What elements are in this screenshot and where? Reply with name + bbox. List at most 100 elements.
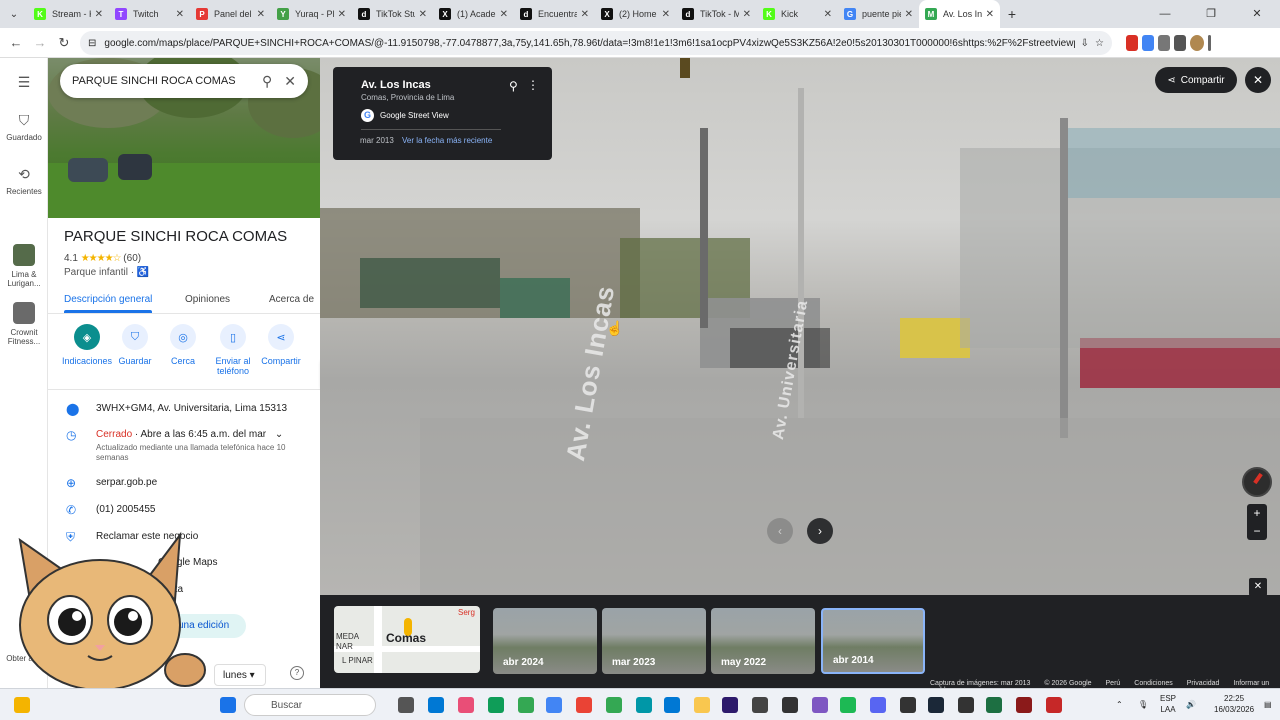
app-icon[interactable] — [782, 697, 798, 713]
app-icon[interactable] — [1046, 697, 1062, 713]
app-icon[interactable] — [488, 697, 504, 713]
forward-button[interactable]: → — [28, 35, 52, 50]
rail-recent-place-2[interactable]: Crownit Fitness... — [0, 302, 48, 346]
close-icon[interactable]: ✕ — [284, 73, 296, 90]
rail-recent-place-1[interactable]: Lima & Lurigan... — [0, 244, 48, 288]
avatar[interactable] — [1190, 35, 1204, 51]
next-button[interactable]: › — [807, 518, 833, 544]
reload-button[interactable]: ↻ — [52, 35, 76, 51]
tab-reviews[interactable]: Opiniones — [185, 294, 230, 305]
nearby-button[interactable]: ◎ Cerca — [158, 324, 208, 366]
menu-icon[interactable]: ☰ — [0, 74, 48, 95]
tab-close-icon[interactable]: ✕ — [905, 9, 913, 20]
browser-tab[interactable]: Y Yuraq - Plan ✕ — [271, 0, 352, 28]
folder-icon[interactable] — [694, 697, 710, 713]
excel-icon[interactable] — [986, 697, 1002, 713]
notification-icon[interactable]: ▤ — [1264, 699, 1272, 710]
search-icon[interactable]: ⚲ — [262, 73, 272, 90]
language-indicator[interactable]: ESP LAA — [1160, 693, 1176, 715]
country-link[interactable]: Perú — [1106, 680, 1121, 687]
extension-icon[interactable] — [1126, 35, 1138, 51]
browser-tab[interactable]: X (2) Home / X ✕ — [595, 0, 676, 28]
timeline-thumbnail[interactable]: mar 2023 — [602, 608, 706, 674]
hours-row[interactable]: ◷ Cerrado · Abre a las 6:45 a.m. del mar… — [48, 428, 320, 468]
taskbar-search[interactable]: Buscar — [244, 694, 376, 716]
url-field[interactable]: ⊟ google.com/maps/place/PARQUE+SINCHI+RO… — [80, 31, 1112, 55]
tab-close-icon[interactable]: ✕ — [824, 9, 832, 20]
browser-tab[interactable]: K Kick ✕ — [757, 0, 838, 28]
latest-date-link[interactable]: Ver la fecha más reciente — [402, 136, 492, 145]
volume-icon[interactable]: 🔊 — [1186, 699, 1196, 710]
app-icon[interactable] — [1016, 697, 1032, 713]
day-select[interactable]: lunes ▾ — [214, 664, 266, 686]
close-street-view-button[interactable]: ✕ — [1245, 67, 1271, 93]
install-icon[interactable]: ⇩ — [1081, 38, 1089, 49]
tab-close-icon[interactable]: ✕ — [500, 9, 508, 20]
tab-close-icon[interactable]: ✕ — [986, 9, 994, 20]
maximize-button[interactable]: ❐ — [1188, 0, 1234, 28]
windows-start-icon[interactable] — [220, 697, 236, 713]
tab-close-icon[interactable]: ✕ — [176, 9, 184, 20]
browser-tab[interactable]: M Av. Los Incas ✕ — [919, 0, 1000, 28]
timeline-thumbnail[interactable]: may 2022 — [711, 608, 815, 674]
timeline-thumbnail-selected[interactable]: abr 2014 — [821, 608, 925, 674]
task-view-icon[interactable] — [398, 697, 414, 713]
rail-saved[interactable]: ⛉ Guardado — [0, 112, 48, 142]
tab-close-icon[interactable]: ✕ — [581, 9, 589, 20]
send-to-phone-button[interactable]: ▯ Enviar al teléfono — [208, 324, 258, 376]
site-info-icon[interactable]: ⊟ — [88, 38, 96, 49]
tab-close-icon[interactable]: ✕ — [338, 9, 346, 20]
location-pin-icon[interactable]: ⚲ — [509, 79, 518, 93]
terms-link[interactable]: Condiciones — [1134, 680, 1173, 687]
close-window-button[interactable]: ✕ — [1234, 0, 1280, 28]
previous-button[interactable]: ‹ — [767, 518, 793, 544]
tab-search-icon[interactable]: ⌄ — [0, 0, 28, 28]
minimize-button[interactable]: — — [1142, 0, 1188, 28]
edge-icon[interactable] — [428, 697, 444, 713]
tab-close-icon[interactable]: ✕ — [662, 9, 670, 20]
compass-icon[interactable] — [1242, 467, 1272, 497]
translate-icon[interactable] — [1142, 35, 1154, 51]
privacy-link[interactable]: Privacidad — [1187, 680, 1220, 687]
chrome-icon[interactable] — [576, 697, 592, 713]
rating-row[interactable]: 4.1 ★★★★☆ (60) — [64, 253, 141, 264]
chrome-icon[interactable] — [518, 697, 534, 713]
app-icon[interactable] — [752, 697, 768, 713]
rail-recent[interactable]: ⟲ Recientes — [0, 166, 48, 196]
media-icon[interactable] — [1174, 35, 1186, 51]
tab-about[interactable]: Acerca de — [269, 294, 314, 305]
close-strip-button[interactable]: ✕ — [1249, 578, 1267, 596]
zoom-out-button[interactable]: − — [1247, 522, 1267, 540]
steam-icon[interactable] — [928, 697, 944, 713]
tab-close-icon[interactable]: ✕ — [95, 9, 103, 20]
share-button[interactable]: ⋖ Compartir — [256, 324, 306, 366]
browser-tab[interactable]: Gpuente pied ✕ — [838, 0, 919, 28]
browser-tab[interactable]: d TikTok - Mai ✕ — [676, 0, 757, 28]
app-icon[interactable] — [958, 697, 974, 713]
puzzle-icon[interactable] — [1158, 35, 1170, 51]
browser-tab[interactable]: T Twitch ✕ — [109, 0, 190, 28]
tab-close-icon[interactable]: ✕ — [743, 9, 751, 20]
tab-overview[interactable]: Descripción general — [64, 294, 152, 305]
browser-tab[interactable]: K Stream - Kick ✕ — [28, 0, 109, 28]
microphone-icon[interactable]: 🎙 — [1138, 699, 1148, 710]
help-icon[interactable]: ? — [290, 666, 304, 680]
save-button[interactable]: ⛉ Guardar — [110, 324, 160, 366]
premiere-icon[interactable] — [722, 697, 738, 713]
app-icon[interactable] — [812, 697, 828, 713]
place-category[interactable]: Parque infantil · ♿ — [64, 267, 149, 278]
back-button[interactable]: ← — [4, 35, 28, 50]
directions-button[interactable]: ◈ Indicaciones — [62, 324, 112, 366]
browser-tab[interactable]: d TikTok Studio ✕ — [352, 0, 433, 28]
tab-close-icon[interactable]: ✕ — [257, 9, 265, 20]
chrome-icon[interactable] — [606, 697, 622, 713]
browser-tab[interactable]: X (1) Academi ✕ — [433, 0, 514, 28]
spotify-icon[interactable] — [840, 697, 856, 713]
new-tab-button[interactable]: + — [1000, 6, 1024, 22]
menu-icon[interactable] — [1208, 35, 1211, 51]
share-street-view-button[interactable]: ⋖ Compartir — [1155, 67, 1237, 93]
outlook-icon[interactable] — [664, 697, 680, 713]
bookmark-star-icon[interactable]: ☆ — [1095, 38, 1104, 49]
minimap[interactable]: MEDA NAR Serg L PINAR Comas — [334, 606, 480, 673]
clock[interactable]: 22:25 16/03/2026 — [1214, 693, 1254, 715]
